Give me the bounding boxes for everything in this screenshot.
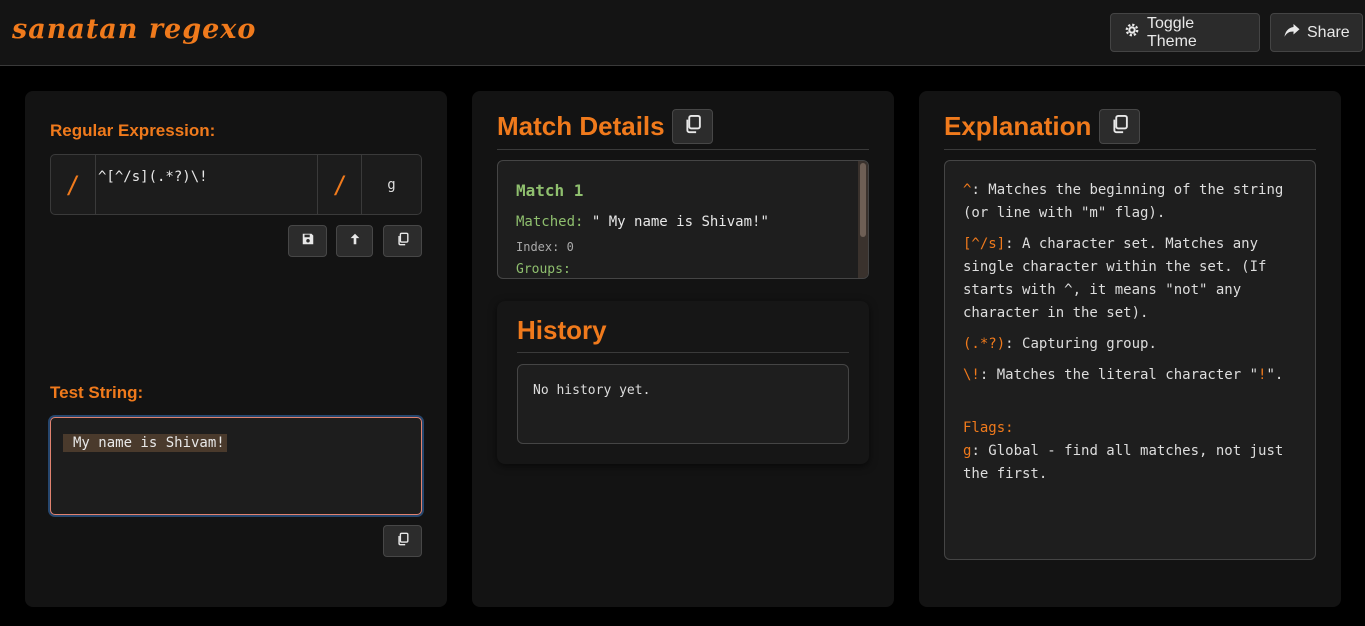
share-icon [1283,21,1301,44]
copy-icon [1110,114,1130,139]
app-logo: sanatan regexo [12,14,257,45]
share-label: Share [1307,23,1350,41]
match-index: Index: 0 [516,240,574,254]
explanation-item: [^/s]: A character set. Matches any sing… [963,233,1297,325]
flags-heading: Flags: [963,420,1014,436]
regex-label: Regular Expression: [50,121,216,140]
copy-icon [396,532,410,551]
regex-panel: Regular Expression: / ^[^/s](.*?)\! / g … [25,91,447,607]
history-empty-text: No history yet. [533,383,651,398]
history-title: History [517,315,607,345]
flags-input[interactable]: g [361,155,421,214]
explanation-content: ^: Matches the beginning of the string (… [944,160,1316,560]
title-divider [497,149,869,150]
flag-explanation: g: Global - find all matches, not just t… [963,440,1297,486]
matched-key: Matched: [516,214,584,230]
copy-test-string-button[interactable] [383,525,422,557]
gear-icon [1123,21,1141,44]
explanation-text: : Matches the beginning of the string (o… [963,182,1284,221]
upload-button[interactable] [336,225,373,257]
copy-icon [683,114,703,139]
copy-explanation-button[interactable] [1099,109,1140,144]
explanation-token: (.*?) [963,336,1006,352]
explanation-text: : A character set. Matches any single ch… [963,236,1267,321]
copy-icon [396,232,410,251]
close-slash: / [332,170,348,199]
test-string-label: Test String: [50,383,144,402]
regex-input[interactable]: ^[^/s](.*?)\! [95,155,318,214]
history-divider [517,352,849,353]
save-button[interactable] [288,225,327,257]
explanation-token: \! [963,367,980,383]
top-bar: sanatan regexo Toggle Theme Share [0,0,1365,66]
copy-matches-button[interactable] [672,109,713,144]
title-divider [944,149,1316,150]
explanation-item: ^: Matches the beginning of the string (… [963,179,1297,225]
explanation-title: Explanation [944,111,1092,141]
match-panel: Match Details Match 1 Matched: " My name… [472,91,894,607]
explanation-item: (.*?): Capturing group. [963,333,1297,356]
flag-text: : Global - find all matches, not just th… [963,443,1284,482]
copy-regex-button[interactable] [383,225,422,257]
explanation-text: ". [1266,367,1284,383]
history-card: History No history yet. [497,301,869,464]
explanation-token: [^/s] [963,236,1006,252]
match-highlight: My name is Shivam! [63,434,227,452]
upload-icon [348,232,362,251]
toggle-theme-button[interactable]: Toggle Theme [1110,13,1260,52]
explanation-item: \!: Matches the literal character "!". [963,364,1297,387]
match-details-title: Match Details [497,111,665,141]
match-groups: Groups: [516,262,571,277]
toggle-theme-label: Toggle Theme [1147,14,1197,50]
explanation-panel: Explanation ^: Matches the beginning of … [919,91,1341,607]
explanation-text: : Matches the literal character " [979,367,1259,383]
share-button[interactable]: Share [1270,13,1363,52]
match-list[interactable]: Match 1 Matched: " My name is Shivam!" I… [497,160,869,279]
regex-input-group: / ^[^/s](.*?)\! / g [50,154,422,215]
scrollbar-thumb[interactable] [860,163,866,237]
open-slash: / [65,170,81,199]
history-list: No history yet. [517,364,849,444]
save-icon [301,232,315,251]
match-title: Match 1 [516,181,584,200]
explanation-text: : Capturing group. [1005,336,1157,352]
matched-value: " My name is Shivam!" [583,214,769,230]
matched-line: Matched: " My name is Shivam!" [516,214,850,230]
test-string-input[interactable]: My name is Shivam! [50,417,422,515]
